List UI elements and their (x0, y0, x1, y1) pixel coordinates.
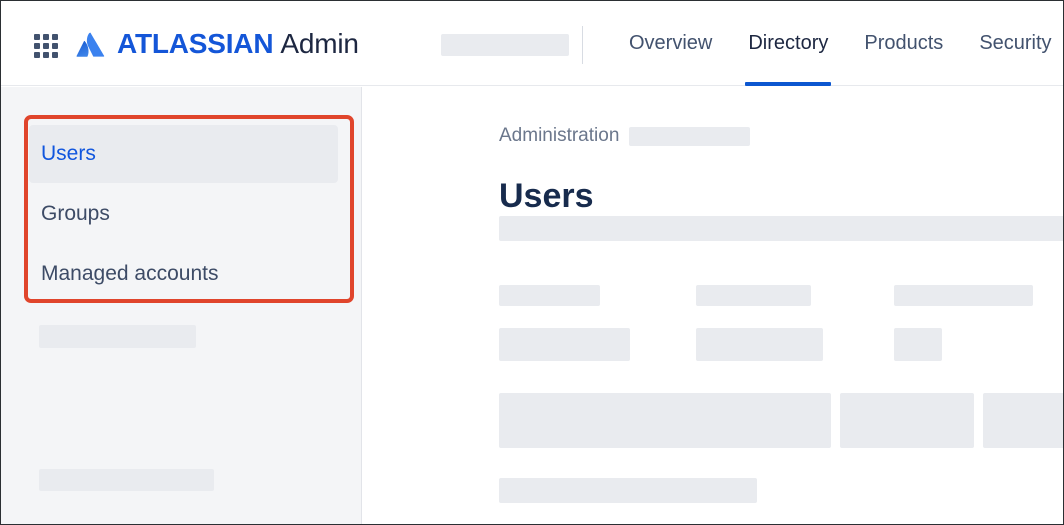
brand-wordmark: ATLASSIAN Admin (117, 30, 359, 58)
sidebar-item-users[interactable]: Users (29, 125, 338, 183)
primary-nav-tabs: Overview Directory Products Security (611, 1, 1063, 86)
content-skeleton-block (499, 285, 600, 306)
breadcrumb-administration[interactable]: Administration (499, 125, 619, 147)
grid-dot (34, 43, 40, 49)
content-skeleton-block (840, 393, 974, 448)
sidebar-item-label: Users (41, 142, 96, 165)
sidebar-skeleton-block (39, 469, 214, 491)
content-skeleton-block (696, 285, 811, 306)
content-skeleton-block (499, 216, 1063, 241)
tab-directory[interactable]: Directory (730, 1, 846, 86)
content-skeleton-block (983, 393, 1063, 448)
grid-dot (34, 34, 40, 40)
sidebar-item-label: Managed accounts (41, 262, 219, 285)
atlassian-admin-home-link[interactable]: ATLASSIAN Admin (73, 23, 359, 65)
sidebar-item-managed-accounts[interactable]: Managed accounts (29, 245, 338, 303)
global-header: ATLASSIAN Admin Overview Directory Produc… (1, 1, 1063, 86)
tab-overview[interactable]: Overview (611, 1, 730, 86)
sidebar-item-label: Groups (41, 202, 110, 225)
grid-dot (43, 52, 49, 58)
content-skeleton-block (499, 393, 831, 448)
breadcrumb-redacted-block (629, 126, 751, 146)
atlassian-logo-icon (76, 32, 105, 57)
content-skeleton-block (894, 285, 1033, 306)
grid-dot (52, 43, 58, 49)
main-content: Administration Users (363, 87, 1063, 524)
content-skeleton-block (894, 328, 942, 361)
content-skeleton-block (499, 328, 630, 361)
brand-atlassian-text: ATLASSIAN (117, 28, 274, 59)
tab-products[interactable]: Products (846, 1, 961, 86)
brand-admin-text: Admin (280, 28, 359, 59)
site-name-redacted-block (441, 34, 569, 56)
grid-dot (52, 52, 58, 58)
grid-dot (43, 34, 49, 40)
sidebar-skeleton-block (39, 325, 196, 348)
breadcrumb: Administration (499, 125, 751, 147)
grid-dot (43, 43, 49, 49)
content-skeleton-block (696, 328, 823, 361)
grid-dot (52, 34, 58, 40)
atlassian-admin-screenshot: ATLASSIAN Admin Overview Directory Produc… (0, 0, 1064, 525)
directory-sidebar: Users Groups Managed accounts (1, 87, 362, 524)
page-title: Users (499, 176, 594, 215)
grid-dot (34, 52, 40, 58)
content-skeleton-block (499, 478, 757, 503)
app-switcher-icon[interactable] (34, 34, 58, 58)
header-divider (582, 26, 583, 64)
sidebar-item-groups[interactable]: Groups (29, 185, 338, 243)
tab-security[interactable]: Security (961, 1, 1063, 86)
